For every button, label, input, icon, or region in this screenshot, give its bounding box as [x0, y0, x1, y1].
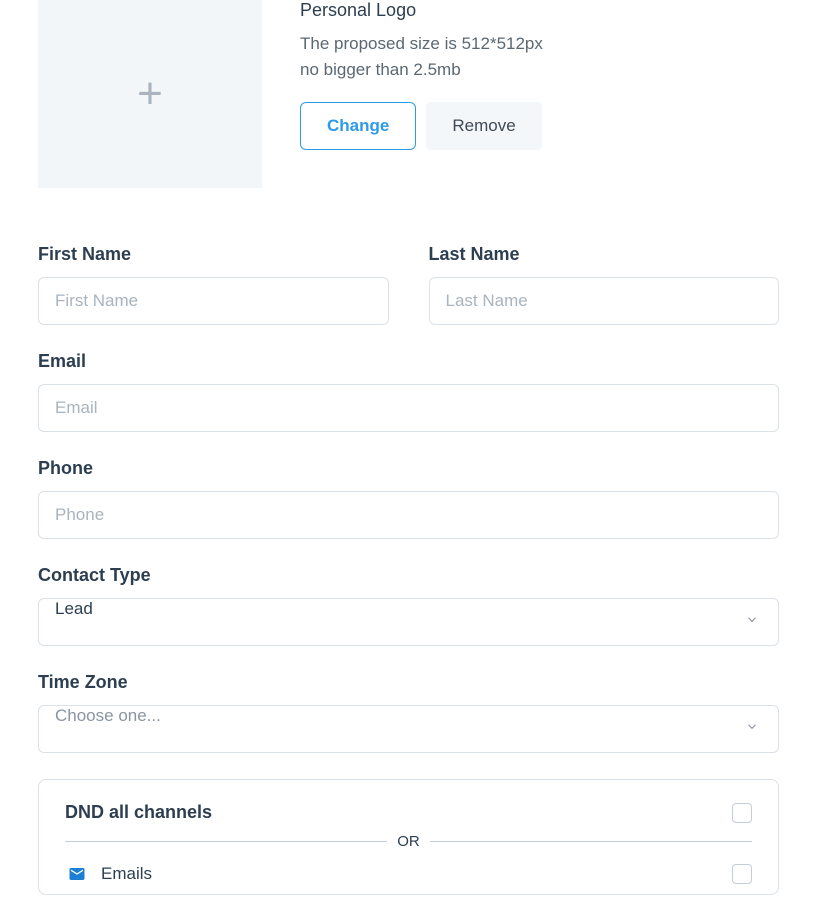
- emails-checkbox[interactable]: [732, 864, 752, 884]
- last-name-input[interactable]: [429, 277, 780, 325]
- or-label: OR: [397, 833, 420, 850]
- change-button[interactable]: Change: [300, 102, 416, 150]
- contact-type-label: Contact Type: [38, 565, 779, 586]
- time-zone-select[interactable]: Choose one...: [38, 705, 779, 753]
- logo-description: The proposed size is 512*512px no bigger…: [300, 31, 543, 82]
- dnd-all-checkbox[interactable]: [732, 803, 752, 823]
- plus-icon: +: [137, 72, 163, 116]
- remove-button[interactable]: Remove: [426, 102, 541, 150]
- phone-label: Phone: [38, 458, 779, 479]
- email-icon: [65, 865, 89, 883]
- logo-title: Personal Logo: [300, 0, 543, 21]
- dnd-all-label: DND all channels: [65, 802, 212, 823]
- first-name-label: First Name: [38, 244, 389, 265]
- email-label: Email: [38, 351, 779, 372]
- time-zone-label: Time Zone: [38, 672, 779, 693]
- dnd-panel: DND all channels OR Emails: [38, 779, 779, 895]
- email-input[interactable]: [38, 384, 779, 432]
- logo-info: Personal Logo The proposed size is 512*5…: [300, 0, 543, 188]
- contact-type-select[interactable]: Lead: [38, 598, 779, 646]
- last-name-label: Last Name: [429, 244, 780, 265]
- or-divider: OR: [65, 833, 752, 850]
- emails-label: Emails: [101, 864, 152, 884]
- phone-input[interactable]: [38, 491, 779, 539]
- first-name-input[interactable]: [38, 277, 389, 325]
- logo-upload-box[interactable]: +: [38, 0, 262, 188]
